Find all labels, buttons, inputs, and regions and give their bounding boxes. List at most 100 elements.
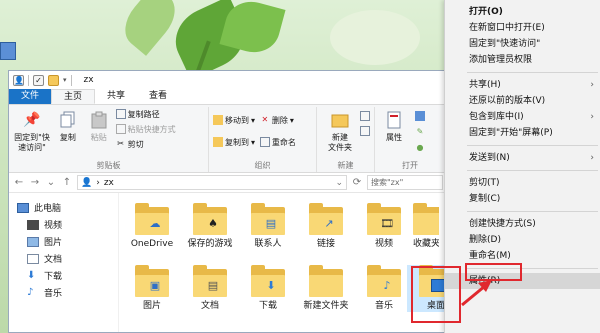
folder-item[interactable]: 🎞 视频 — [355, 203, 413, 250]
search-input[interactable]: 搜索"zx" — [367, 175, 443, 190]
back-arrow-icon[interactable]: ← — [13, 177, 25, 188]
nav-item-downloads[interactable]: ⬇ 下载 — [9, 267, 118, 284]
new-item-icon[interactable] — [360, 111, 370, 121]
up-arrow-icon[interactable]: ↑ — [61, 177, 73, 188]
properties-button[interactable]: 属性 — [379, 107, 409, 143]
folder-item[interactable]: 收藏夹 — [413, 203, 439, 250]
tab-view[interactable]: 查看 — [137, 89, 179, 104]
menu-item-pin-quick-access[interactable]: 固定到"快速访问" — [445, 36, 600, 52]
menu-item-add-admin-permission[interactable]: 添加管理员权限 — [445, 52, 600, 68]
folder-item[interactable]: 新建文件夹 — [297, 265, 355, 312]
computer-icon — [17, 202, 29, 213]
menu-item-copy[interactable]: 复制(C) — [445, 191, 600, 207]
wallpaper-highlight — [330, 10, 420, 65]
menu-item-label: 发送到(N) — [469, 153, 510, 163]
scissors-icon: ✂ — [117, 139, 124, 148]
submenu-arrow-icon: › — [590, 80, 594, 90]
new-folder-button[interactable]: 新建 文件夹 — [321, 107, 359, 153]
desktop-computer-icon[interactable] — [0, 42, 16, 60]
folder-item[interactable]: ♠ 保存的游戏 — [181, 203, 239, 250]
new-folder-icon[interactable] — [48, 74, 59, 86]
move-folder-icon — [213, 115, 223, 125]
folder-item[interactable]: ▤ 文档 — [181, 265, 239, 312]
folder-icon: ↗ — [309, 203, 343, 235]
folder-item[interactable]: ▤ 联系人 — [239, 203, 297, 250]
history-icon[interactable]: ● — [415, 143, 425, 153]
properties-check-icon[interactable]: ✓ — [33, 74, 44, 86]
rename-icon — [259, 137, 270, 147]
properties-icon — [384, 109, 404, 131]
clipboard-group: 📌 固定到"快速访问" 复制 粘贴 复制路径 粘贴快捷方式 ✂ 剪切 剪贴板 — [9, 107, 209, 172]
menu-item-send-to[interactable]: 发送到(N) › — [445, 150, 600, 166]
address-dropdown-icon[interactable]: ⌄ — [335, 178, 346, 188]
open-group-label: 打开 — [402, 161, 418, 170]
music-icon: ♪ — [27, 286, 34, 298]
address-field[interactable]: 👤 › zx ⌄ — [77, 175, 347, 190]
recent-locations-chevron-icon[interactable]: ⌄ — [45, 177, 57, 188]
user-icon[interactable]: 👤 — [13, 74, 24, 86]
edit-icon[interactable]: ✎ — [415, 127, 425, 137]
move-to-button[interactable]: 移动到 ▾ — [213, 113, 255, 127]
forward-arrow-icon[interactable]: → — [29, 177, 41, 188]
menu-item-delete[interactable]: 删除(D) — [445, 232, 600, 248]
folder-item[interactable]: ☁ OneDrive — [123, 203, 181, 250]
paste-shortcut-label: 粘贴快捷方式 — [127, 124, 176, 134]
menu-item-restore-versions[interactable]: 还原以前的版本(V) — [445, 93, 600, 109]
menu-item-include-in-library[interactable]: 包含到库中(I) › — [445, 109, 600, 125]
menu-item-open-new-window[interactable]: 在新窗口中打开(E) — [445, 20, 600, 36]
menu-separator — [467, 211, 598, 212]
nav-item-this-pc[interactable]: 此电脑 — [9, 199, 118, 216]
copy-button[interactable]: 复制 — [54, 107, 82, 143]
nav-item-documents[interactable]: 文档 — [9, 250, 118, 267]
folder-icon: ☁ — [135, 203, 169, 235]
folder-item[interactable]: ♪ 音乐 — [355, 265, 413, 312]
copy-path-button[interactable]: 复制路径 — [115, 107, 176, 121]
menu-item-share[interactable]: 共享(H) › — [445, 77, 600, 93]
paste-shortcut-icon — [115, 124, 126, 134]
nav-item-label: 音乐 — [44, 289, 63, 299]
menu-item-pin-start[interactable]: 固定到"开始"屏幕(P) — [445, 125, 600, 141]
documents-icon — [27, 253, 39, 264]
folder-icon: ⬇ — [251, 265, 285, 297]
copy-label: 复制 — [59, 133, 76, 142]
navigation-pane: 此电脑 视频 图片 文档 ⬇ 下载 ♪ 音乐 — [9, 193, 119, 332]
window-title: zx — [83, 75, 94, 85]
nav-item-music[interactable]: ♪ 音乐 — [9, 284, 118, 301]
folder-item[interactable]: ↗ 链接 — [297, 203, 355, 250]
folder-item[interactable]: ⬇ 下载 — [239, 265, 297, 312]
easy-access-icon[interactable] — [360, 126, 370, 136]
picture-icon: ▣ — [149, 279, 161, 292]
nav-item-pictures[interactable]: 图片 — [9, 233, 118, 250]
cut-button[interactable]: ✂ 剪切 — [116, 137, 176, 151]
folder-label: 视频 — [374, 239, 393, 249]
folder-icon — [309, 265, 343, 297]
context-menu: 打开(O) 在新窗口中打开(E) 固定到"快速访问" 添加管理员权限 共享(H)… — [444, 0, 600, 333]
delete-button[interactable]: ✕ 删除 ▾ — [260, 113, 296, 127]
menu-item-label: 包含到库中(I) — [469, 112, 524, 122]
content-area: 此电脑 视频 图片 文档 ⬇ 下载 ♪ 音乐 ☁ OneDrive ♠ 保存的游… — [9, 193, 447, 332]
delete-x-icon: ✕ — [261, 115, 269, 124]
copy-to-button[interactable]: 复制到 ▾ — [213, 135, 255, 149]
menu-item-cut[interactable]: 剪切(T) — [445, 175, 600, 191]
chevron-down-icon: ▾ — [251, 115, 256, 125]
rename-button[interactable]: 重命名 — [259, 135, 296, 149]
tab-home[interactable]: 主页 — [51, 89, 96, 104]
folder-item[interactable]: ▣ 图片 — [123, 265, 181, 312]
menu-item-rename[interactable]: 重命名(M) — [445, 248, 600, 264]
breadcrumb-current[interactable]: zx — [104, 178, 114, 188]
folder-icon: ▤ — [251, 203, 285, 235]
pin-to-quick-access-button[interactable]: 📌 固定到"快速访问" — [13, 107, 51, 153]
quick-access-dropdown-icon[interactable]: ▾ — [63, 76, 67, 84]
menu-item-open[interactable]: 打开(O) — [445, 4, 600, 20]
open-icon[interactable] — [415, 111, 425, 121]
breadcrumb-separator-icon: › — [96, 177, 100, 188]
paste-shortcut-button[interactable]: 粘贴快捷方式 — [115, 122, 176, 136]
tab-share[interactable]: 共享 — [95, 89, 137, 104]
file-explorer-window: 👤 ✓ ▾ zx 文件 主页 共享 查看 📌 固定到"快速访问" 复制 粘贴 复… — [8, 70, 448, 333]
nav-item-videos[interactable]: 视频 — [9, 216, 118, 233]
menu-item-create-shortcut[interactable]: 创建快捷方式(S) — [445, 216, 600, 232]
refresh-icon[interactable]: ⟳ — [351, 177, 363, 188]
paste-icon — [89, 109, 109, 131]
tab-file[interactable]: 文件 — [9, 89, 52, 104]
paste-button[interactable]: 粘贴 — [85, 107, 113, 143]
